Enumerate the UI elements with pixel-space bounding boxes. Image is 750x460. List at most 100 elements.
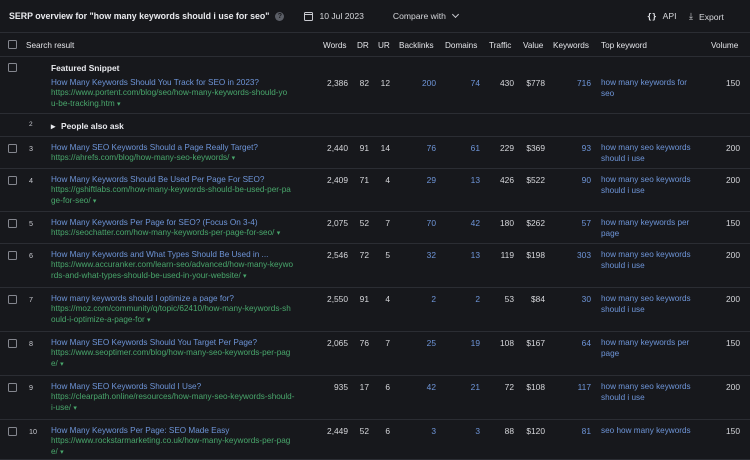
result-title-link[interactable]: How Many Keywords Should Be Used Per Pag… bbox=[51, 175, 313, 184]
caret-down-icon[interactable]: ▾ bbox=[117, 101, 121, 108]
result-url[interactable]: https://seochatter.com/how-many-keywords… bbox=[51, 228, 315, 240]
result-url[interactable]: https://www.rockstarmarketing.co.uk/how-… bbox=[51, 436, 315, 458]
api-button[interactable]: {} API bbox=[647, 11, 677, 21]
cell-top-keyword[interactable]: how many seo keywords should i use bbox=[601, 175, 701, 196]
result-url[interactable]: https://www.accuranker.com/learn-seo/adv… bbox=[51, 260, 315, 282]
result-title-link[interactable]: How Many Keywords Should You Track for S… bbox=[51, 78, 313, 87]
caret-down-icon[interactable]: ▾ bbox=[60, 449, 64, 456]
cell-domains[interactable]: 2 bbox=[446, 294, 480, 304]
column-header-volume[interactable]: Volume bbox=[711, 41, 738, 50]
cell-backlinks[interactable]: 32 bbox=[400, 250, 436, 260]
result-title-link[interactable]: How Many SEO Keywords Should a Page Real… bbox=[51, 143, 313, 152]
cell-top-keyword[interactable]: how many seo keywords should i use bbox=[601, 294, 701, 315]
cell-keywords[interactable]: 64 bbox=[554, 338, 591, 348]
result-title-link[interactable]: How Many SEO Keywords Should I Use? bbox=[51, 382, 313, 391]
cell-backlinks[interactable]: 42 bbox=[400, 382, 436, 392]
compare-label: Compare with bbox=[392, 11, 446, 21]
page-title: SERP overview for "how many keywords sho… bbox=[9, 11, 270, 21]
result-title-link[interactable]: How Many Keywords Per Page: SEO Made Eas… bbox=[51, 426, 313, 435]
cell-traffic: 72 bbox=[504, 382, 514, 392]
column-header-search-result[interactable]: Search result bbox=[26, 41, 74, 50]
caret-down-icon[interactable]: ▾ bbox=[243, 273, 247, 280]
cell-backlinks[interactable]: 2 bbox=[400, 294, 436, 304]
cell-domains[interactable]: 3 bbox=[446, 426, 480, 436]
cell-keywords[interactable]: 90 bbox=[554, 175, 591, 185]
cell-volume: 200 bbox=[726, 250, 740, 260]
cell-domains[interactable]: 21 bbox=[446, 382, 480, 392]
cell-ur: 6 bbox=[385, 426, 390, 436]
cell-domains[interactable]: 74 bbox=[446, 78, 480, 88]
cell-keywords[interactable]: 716 bbox=[554, 78, 591, 88]
cell-keywords[interactable]: 303 bbox=[554, 250, 591, 260]
column-header-dr[interactable]: DR bbox=[357, 41, 369, 50]
column-header-keywords[interactable]: Keywords bbox=[553, 41, 589, 50]
people-also-ask-row[interactable]: 2 ▸ People also ask bbox=[0, 114, 750, 137]
row-checkbox[interactable] bbox=[8, 295, 17, 304]
row-checkbox[interactable] bbox=[8, 383, 17, 392]
caret-down-icon[interactable]: ▾ bbox=[277, 230, 281, 237]
row-checkbox[interactable] bbox=[8, 219, 17, 228]
cell-backlinks[interactable]: 29 bbox=[400, 175, 436, 185]
column-header-value[interactable]: Value bbox=[523, 41, 543, 50]
date-picker[interactable]: 10 Jul 2023 bbox=[304, 11, 364, 21]
caret-down-icon[interactable]: ▾ bbox=[147, 317, 151, 324]
cell-keywords[interactable]: 57 bbox=[554, 218, 591, 228]
column-header-domains[interactable]: Domains bbox=[445, 41, 477, 50]
column-header-words[interactable]: Words bbox=[323, 41, 347, 50]
result-url[interactable]: https://www.portent.com/blog/seo/how-man… bbox=[51, 88, 315, 110]
cell-top-keyword[interactable]: how many keywords for seo bbox=[601, 78, 701, 99]
column-header-traffic[interactable]: Traffic bbox=[489, 41, 511, 50]
column-header-ur[interactable]: UR bbox=[378, 41, 390, 50]
question-circle-icon[interactable]: ? bbox=[275, 11, 285, 21]
cell-top-keyword[interactable]: how many keywords per page bbox=[601, 218, 701, 239]
caret-down-icon[interactable]: ▾ bbox=[93, 198, 97, 205]
caret-down-icon[interactable]: ▾ bbox=[73, 405, 77, 412]
select-all-checkbox[interactable] bbox=[8, 40, 17, 49]
compare-with-dropdown[interactable]: Compare with bbox=[392, 10, 459, 21]
cell-top-keyword[interactable]: how many seo keywords should i use bbox=[601, 143, 701, 164]
result-url[interactable]: https://gshiftlabs.com/how-many-keywords… bbox=[51, 185, 315, 207]
result-url[interactable]: https://clearpath.online/resources/how-m… bbox=[51, 392, 315, 414]
caret-down-icon[interactable]: ▾ bbox=[60, 361, 64, 368]
cell-keywords[interactable]: 93 bbox=[554, 143, 591, 153]
row-checkbox[interactable] bbox=[8, 339, 17, 348]
caret-down-icon[interactable]: ▾ bbox=[232, 155, 236, 162]
row-checkbox[interactable] bbox=[8, 144, 17, 153]
cell-top-keyword[interactable]: how many seo keywords should i use bbox=[601, 382, 701, 403]
column-header-top-keyword[interactable]: Top keyword bbox=[601, 41, 647, 50]
export-button[interactable]: ⤓ Export bbox=[689, 11, 724, 22]
result-url-line: https://clearpath.online/resources/how-m… bbox=[51, 392, 295, 401]
cell-backlinks[interactable]: 76 bbox=[400, 143, 436, 153]
column-header-backlinks[interactable]: Backlinks bbox=[399, 41, 434, 50]
result-url[interactable]: https://ahrefs.com/blog/how-many-seo-key… bbox=[51, 153, 315, 165]
cell-keywords[interactable]: 30 bbox=[554, 294, 591, 304]
row-checkbox[interactable] bbox=[8, 63, 17, 72]
cell-top-keyword[interactable]: how many keywords per page bbox=[601, 338, 701, 359]
result-position: 9 bbox=[29, 383, 33, 392]
cell-domains[interactable]: 42 bbox=[446, 218, 480, 228]
result-title-link[interactable]: How Many Keywords and What Types Should … bbox=[51, 250, 313, 259]
result-url[interactable]: https://moz.com/community/q/topic/62410/… bbox=[51, 304, 315, 326]
result-position: 5 bbox=[29, 219, 33, 228]
row-checkbox[interactable] bbox=[8, 251, 17, 260]
cell-keywords[interactable]: 117 bbox=[554, 382, 591, 392]
cell-backlinks[interactable]: 200 bbox=[400, 78, 436, 88]
cell-domains[interactable]: 13 bbox=[446, 250, 480, 260]
cell-top-keyword[interactable]: seo how many keywords bbox=[601, 426, 701, 437]
cell-domains[interactable]: 19 bbox=[446, 338, 480, 348]
cell-backlinks[interactable]: 25 bbox=[400, 338, 436, 348]
triangle-right-icon[interactable]: ▸ bbox=[51, 121, 55, 131]
cell-backlinks[interactable]: 3 bbox=[400, 426, 436, 436]
row-checkbox[interactable] bbox=[8, 427, 17, 436]
cell-domains[interactable]: 13 bbox=[446, 175, 480, 185]
cell-backlinks[interactable]: 70 bbox=[400, 218, 436, 228]
result-title-link[interactable]: How Many Keywords Per Page for SEO? (Foc… bbox=[51, 218, 313, 227]
cell-domains[interactable]: 61 bbox=[446, 143, 480, 153]
result-title-link[interactable]: How Many SEO Keywords Should You Target … bbox=[51, 338, 313, 347]
cell-keywords[interactable]: 81 bbox=[554, 426, 591, 436]
cell-top-keyword[interactable]: how many seo keywords should i use bbox=[601, 250, 701, 271]
result-url[interactable]: https://www.seoptimer.com/blog/how-many-… bbox=[51, 348, 315, 370]
row-checkbox[interactable] bbox=[8, 176, 17, 185]
result-position: 2 bbox=[29, 121, 33, 128]
result-title-link[interactable]: How many keywords should I optimize a pa… bbox=[51, 294, 313, 303]
